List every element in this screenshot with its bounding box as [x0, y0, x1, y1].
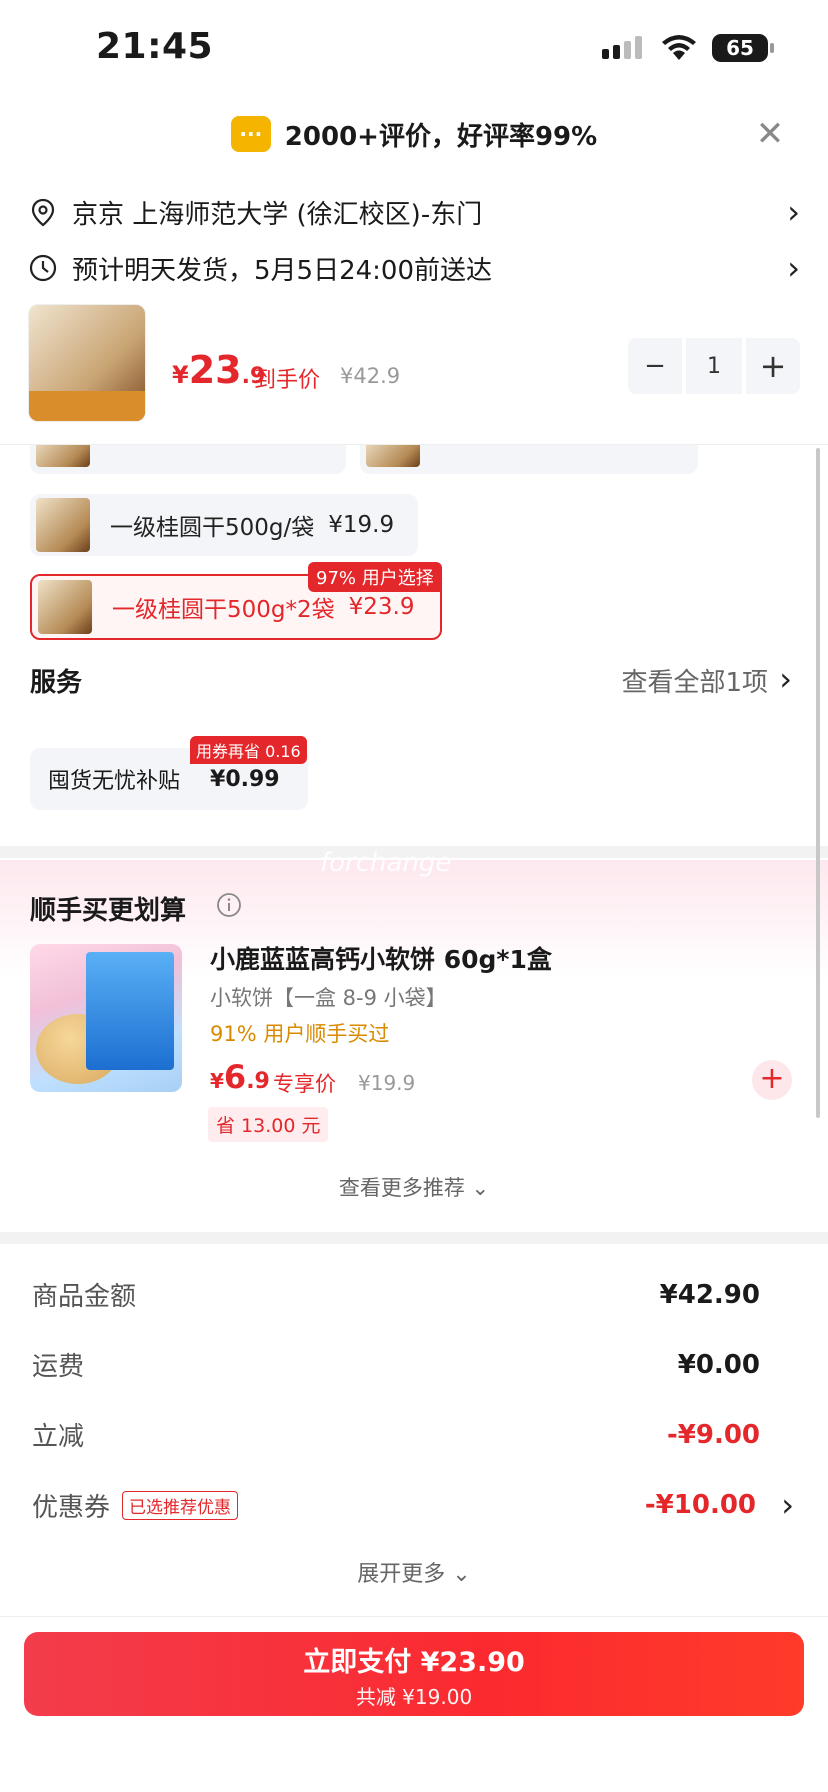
product-box	[86, 952, 174, 1070]
chevron-down-icon: ⌄	[452, 1562, 471, 1587]
variant-option[interactable]: 一级桂圆干500g/袋 ¥19.9	[30, 494, 418, 556]
variant-price: ¥19.9	[328, 512, 395, 538]
pay-button-label: 立即支付 ¥23.90	[303, 1647, 525, 1678]
recommend-product-title[interactable]: 小鹿蓝蓝高钙小软饼 60g*1盒	[210, 940, 552, 976]
original-price: ¥42.9	[340, 364, 401, 388]
summary-value: ¥0.00	[677, 1349, 760, 1380]
address-row[interactable]: 京京 上海师范大学 (徐汇校区)-东门 ›	[28, 190, 800, 234]
variant-thumbnail	[38, 580, 92, 634]
summary-label: 商品金额	[32, 1282, 137, 1312]
add-to-order-button[interactable]: +	[752, 1060, 792, 1100]
close-button[interactable]: ✕	[752, 116, 788, 152]
price-integer: 6	[223, 1058, 247, 1096]
location-pin-icon	[31, 198, 55, 227]
recommend-product-image[interactable]	[30, 944, 182, 1092]
address-text: 京京 上海师范大学 (徐汇校区)-东门	[72, 199, 483, 230]
services-title: 服务	[30, 668, 83, 698]
scrollbar[interactable]	[816, 448, 820, 1118]
variant-price: ¥23.9	[348, 594, 415, 620]
battery-icon: 65	[712, 34, 774, 62]
service-coupon-tag: 用券再省 0.16	[190, 736, 307, 764]
plus-icon: +	[759, 1061, 785, 1096]
product-price: ¥23.9	[172, 348, 265, 392]
price-currency: ¥	[210, 1069, 224, 1093]
status-time: 21:45	[96, 26, 214, 67]
review-banner: ··· 2000+评价，好评率99%	[0, 106, 828, 162]
summary-label: 立减	[32, 1422, 85, 1452]
wifi-icon	[662, 35, 696, 60]
chevron-right-icon: ›	[787, 193, 800, 231]
price-integer: 23	[188, 348, 242, 392]
service-label: 囤货无忧补贴	[48, 769, 181, 794]
pay-button-savings: 共减 ¥19.00	[355, 1685, 473, 1709]
product-summary: ¥23.9 到手价 ¥42.9 − 1 +	[28, 304, 800, 424]
status-icons: 65	[602, 34, 774, 62]
recommend-percent: 91% 用户顺手买过	[210, 1022, 390, 1046]
header-shadow	[0, 424, 828, 444]
variant-label: 一级桂圆干500g*2袋	[112, 597, 335, 623]
thumbnail-band	[29, 391, 145, 421]
expand-more-label: 展开更多	[357, 1562, 446, 1587]
chevron-right-icon: ›	[781, 1486, 794, 1524]
decrease-button[interactable]: −	[628, 338, 682, 394]
section-divider	[0, 1232, 828, 1244]
quantity-value[interactable]: 1	[686, 338, 742, 394]
variant-thumbnail	[36, 498, 90, 552]
price-label: 到手价	[254, 368, 321, 393]
chevron-right-icon: ›	[779, 660, 792, 698]
recommend-price-label: 专享价	[273, 1072, 336, 1096]
clock-icon	[29, 254, 57, 282]
increase-button[interactable]: +	[746, 338, 800, 394]
recommend-original-price: ¥19.9	[358, 1071, 416, 1095]
recommend-save-badge: 省 13.00 元	[208, 1107, 329, 1142]
chevron-down-icon: ⌄	[471, 1176, 490, 1200]
more-recommend-link[interactable]: 查看更多推荐 ⌄	[0, 1172, 828, 1202]
expand-more-link[interactable]: 展开更多 ⌄	[0, 1556, 828, 1588]
delivery-text: 预计明天发货，5月5日24:00前送达	[72, 255, 493, 286]
divider	[0, 1616, 828, 1617]
watermark: forchange	[320, 848, 452, 878]
coupon-label-group: 优惠券 已选推荐优惠	[32, 1487, 239, 1524]
summary-coupon-row[interactable]: 优惠券 已选推荐优惠 -¥10.00 ›	[32, 1486, 794, 1524]
divider	[0, 444, 828, 445]
recommend-product-subtitle: 小软饼【一盒 8-9 小袋】	[210, 986, 447, 1010]
popular-tag: 97% 用户选择	[308, 562, 442, 592]
summary-shipping-row: 运费 ¥0.00	[32, 1346, 760, 1383]
signal-icon	[602, 36, 642, 59]
quantity-stepper: − 1 +	[628, 338, 800, 394]
pay-now-button[interactable]: 立即支付 ¥23.90 共减 ¥19.00	[24, 1632, 804, 1716]
more-recommend-label: 查看更多推荐	[338, 1176, 465, 1200]
variant-label: 一级桂圆干500g/袋	[110, 515, 315, 541]
summary-discount-row: 立减 -¥9.00	[32, 1416, 760, 1453]
info-icon[interactable]	[216, 892, 242, 918]
coupon-value-group: -¥10.00 ›	[645, 1486, 794, 1524]
summary-value: ¥42.90	[659, 1279, 760, 1310]
summary-value: -¥9.00	[666, 1419, 760, 1450]
close-icon: ✕	[755, 114, 785, 154]
summary-label: 运费	[32, 1352, 85, 1382]
summary-value: -¥10.00	[644, 1490, 756, 1520]
product-thumbnail	[28, 304, 146, 422]
message-icon: ···	[230, 116, 271, 152]
summary-goods-row: 商品金额 ¥42.90	[32, 1276, 760, 1313]
summary-label: 优惠券	[32, 1492, 111, 1523]
coupon-tag: 已选推荐优惠	[122, 1490, 239, 1520]
see-all-services-link[interactable]: 查看全部1项	[621, 662, 768, 699]
price-decimal: .9	[246, 1069, 270, 1094]
status-bar: 21:45 65	[0, 0, 828, 96]
recommend-price: ¥6.9	[210, 1058, 270, 1096]
review-text: 2000+评价，好评率99%	[284, 121, 598, 152]
see-all-label: 查看全部1项	[621, 668, 768, 698]
service-price: ¥0.99	[210, 766, 280, 792]
chevron-right-icon: ›	[787, 249, 800, 287]
delivery-row[interactable]: 预计明天发货，5月5日24:00前送达 ›	[28, 246, 800, 290]
price-currency: ¥	[172, 361, 189, 389]
recommend-title: 顺手买更划算	[30, 896, 187, 926]
